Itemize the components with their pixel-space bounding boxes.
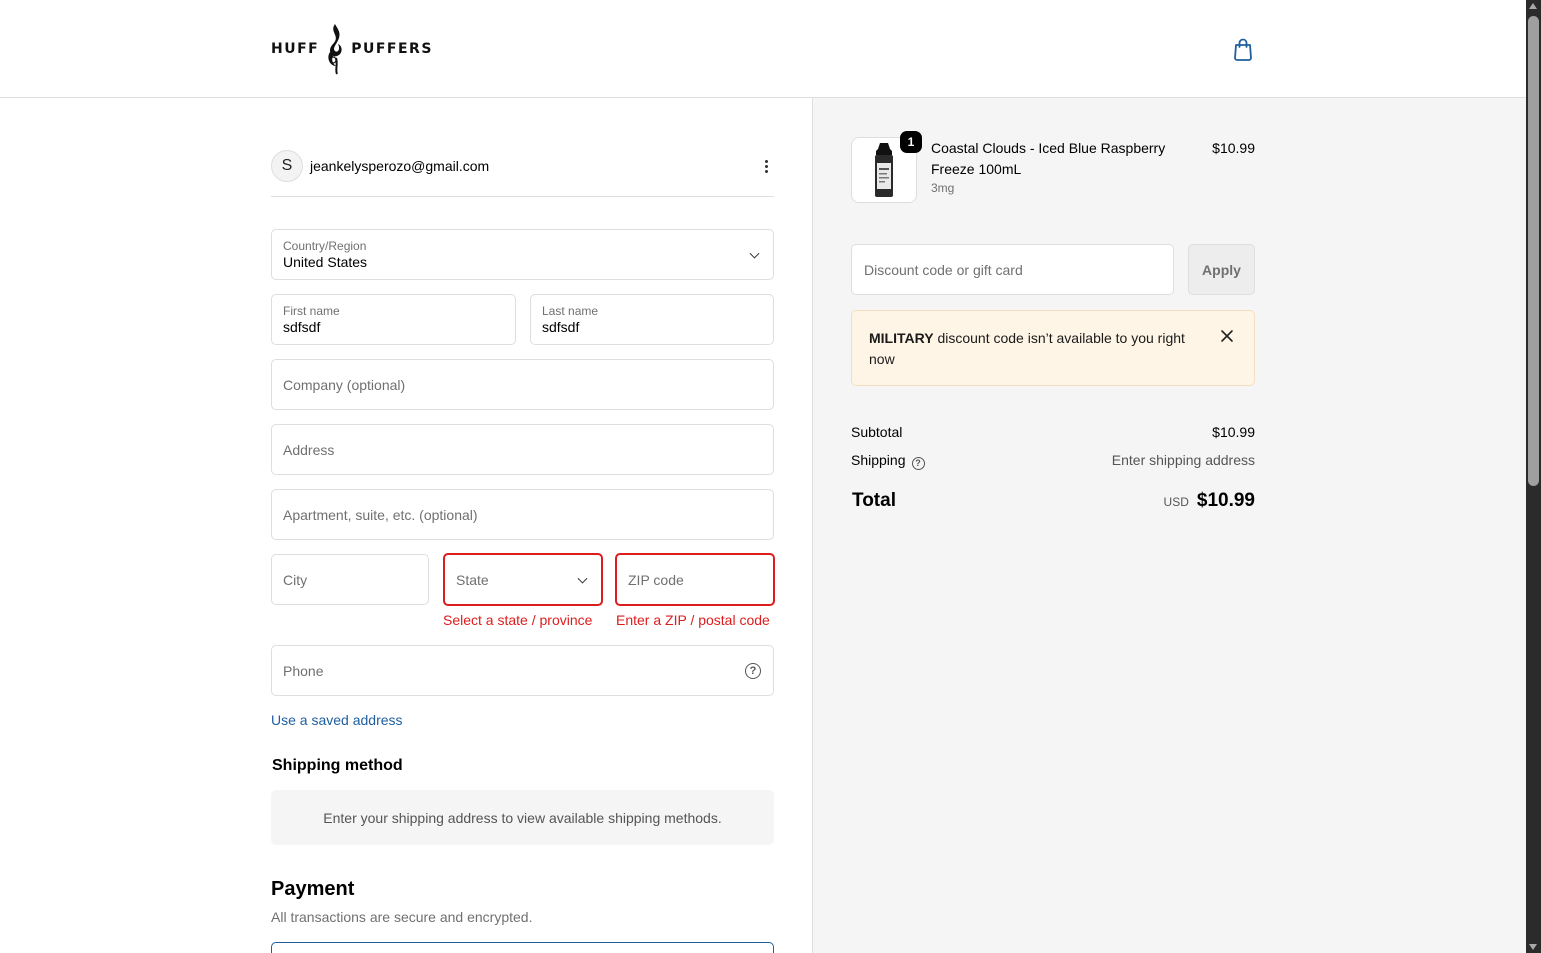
account-email: jeankelysperozo@gmail.com: [310, 158, 490, 174]
payment-subtitle: All transactions are secure and encrypte…: [271, 909, 533, 925]
apartment-placeholder: Apartment, suite, etc. (optional): [283, 506, 478, 523]
scroll-up-arrow-icon[interactable]: [1529, 3, 1537, 9]
address-field[interactable]: Address: [271, 424, 774, 475]
state-select[interactable]: State: [443, 553, 603, 606]
subtotal-value: $10.99: [1212, 424, 1255, 440]
scrollbar-thumb[interactable]: [1528, 16, 1539, 486]
cart-button[interactable]: [1231, 36, 1255, 62]
brand-logo[interactable]: HUFF PUFFERS: [271, 22, 433, 76]
shipping-method-title: Shipping method: [272, 757, 403, 774]
account-menu-button[interactable]: [758, 156, 774, 176]
payment-title: Payment: [271, 878, 355, 900]
discount-placeholder: Discount code or gift card: [864, 261, 1023, 278]
bottle-image-icon: [875, 143, 893, 197]
chevron-down-icon: [749, 248, 760, 259]
product-variant: 3mg: [931, 181, 955, 195]
shipping-row: Shipping?: [851, 452, 925, 470]
question-icon[interactable]: ?: [911, 456, 925, 470]
country-select[interactable]: Country/Region United States: [271, 229, 774, 280]
company-placeholder: Company (optional): [283, 376, 406, 393]
more-dot-icon: [764, 159, 768, 163]
question-icon[interactable]: ?: [745, 662, 761, 679]
city-field[interactable]: City: [271, 554, 429, 605]
last-name-value: sdfsdf: [542, 319, 580, 335]
payment-method-box[interactable]: [271, 942, 774, 953]
shipping-label: Shipping: [851, 452, 906, 468]
currency-code: USD: [1163, 495, 1189, 509]
avatar: S: [271, 150, 303, 182]
state-error: Select a state / province: [443, 612, 593, 628]
address-placeholder: Address: [283, 441, 335, 458]
notice-code: MILITARY: [869, 330, 934, 346]
company-field[interactable]: Company (optional): [271, 359, 774, 410]
more-dot-icon: [764, 169, 768, 173]
order-summary-panel: [812, 98, 1526, 953]
apartment-field[interactable]: Apartment, suite, etc. (optional): [271, 489, 774, 540]
account-row: S jeankelysperozo@gmail.com: [271, 150, 774, 197]
phone-placeholder: Phone: [283, 662, 324, 679]
product-name: Coastal Clouds - Iced Blue Raspberry Fre…: [931, 140, 1166, 177]
shopping-bag-icon: [1234, 38, 1252, 61]
subtotal-label: Subtotal: [851, 424, 903, 440]
logo-text-left: HUFF: [271, 41, 320, 57]
city-placeholder: City: [283, 571, 308, 588]
last-name-label: Last name: [542, 304, 599, 318]
first-name-field[interactable]: First name sdfsdf: [271, 294, 516, 345]
first-name-value: sdfsdf: [283, 319, 321, 335]
country-value: United States: [283, 254, 368, 270]
more-dot-icon: [764, 164, 768, 168]
close-icon[interactable]: [1220, 329, 1234, 343]
last-name-field[interactable]: Last name sdfsdf: [530, 294, 774, 345]
phone-field[interactable]: Phone ?: [271, 645, 774, 696]
notice-text: MILITARY discount code isn’t available t…: [869, 328, 1199, 370]
discount-notice: MILITARY discount code isn’t available t…: [851, 310, 1255, 386]
total-amount: USD $10.99: [1164, 490, 1255, 512]
logo-text-right: PUFFERS: [351, 41, 433, 57]
shipping-value: Enter shipping address: [1111, 452, 1255, 468]
page-scrollbar[interactable]: [1526, 0, 1541, 953]
scroll-down-arrow-icon[interactable]: [1529, 944, 1537, 950]
total-value: $10.99: [1196, 490, 1255, 511]
flame-icon: [328, 24, 342, 75]
chevron-down-icon: [577, 573, 588, 584]
country-label: Country/Region: [283, 239, 367, 253]
first-name-label: First name: [283, 304, 340, 318]
state-placeholder: State: [456, 571, 489, 588]
zip-error: Enter a ZIP / postal code: [616, 612, 770, 628]
header: HUFF PUFFERS: [0, 0, 1526, 98]
quantity-badge: 1: [900, 131, 922, 153]
zip-placeholder: ZIP code: [628, 571, 684, 588]
zip-field[interactable]: ZIP code: [615, 553, 775, 606]
shipping-method-message: Enter your shipping address to view avai…: [271, 790, 774, 845]
discount-code-input[interactable]: Discount code or gift card: [851, 244, 1174, 295]
total-label: Total: [852, 490, 896, 511]
use-saved-address-link[interactable]: Use a saved address: [271, 712, 403, 728]
product-price: $10.99: [1212, 140, 1255, 156]
apply-discount-button[interactable]: Apply: [1188, 244, 1255, 295]
